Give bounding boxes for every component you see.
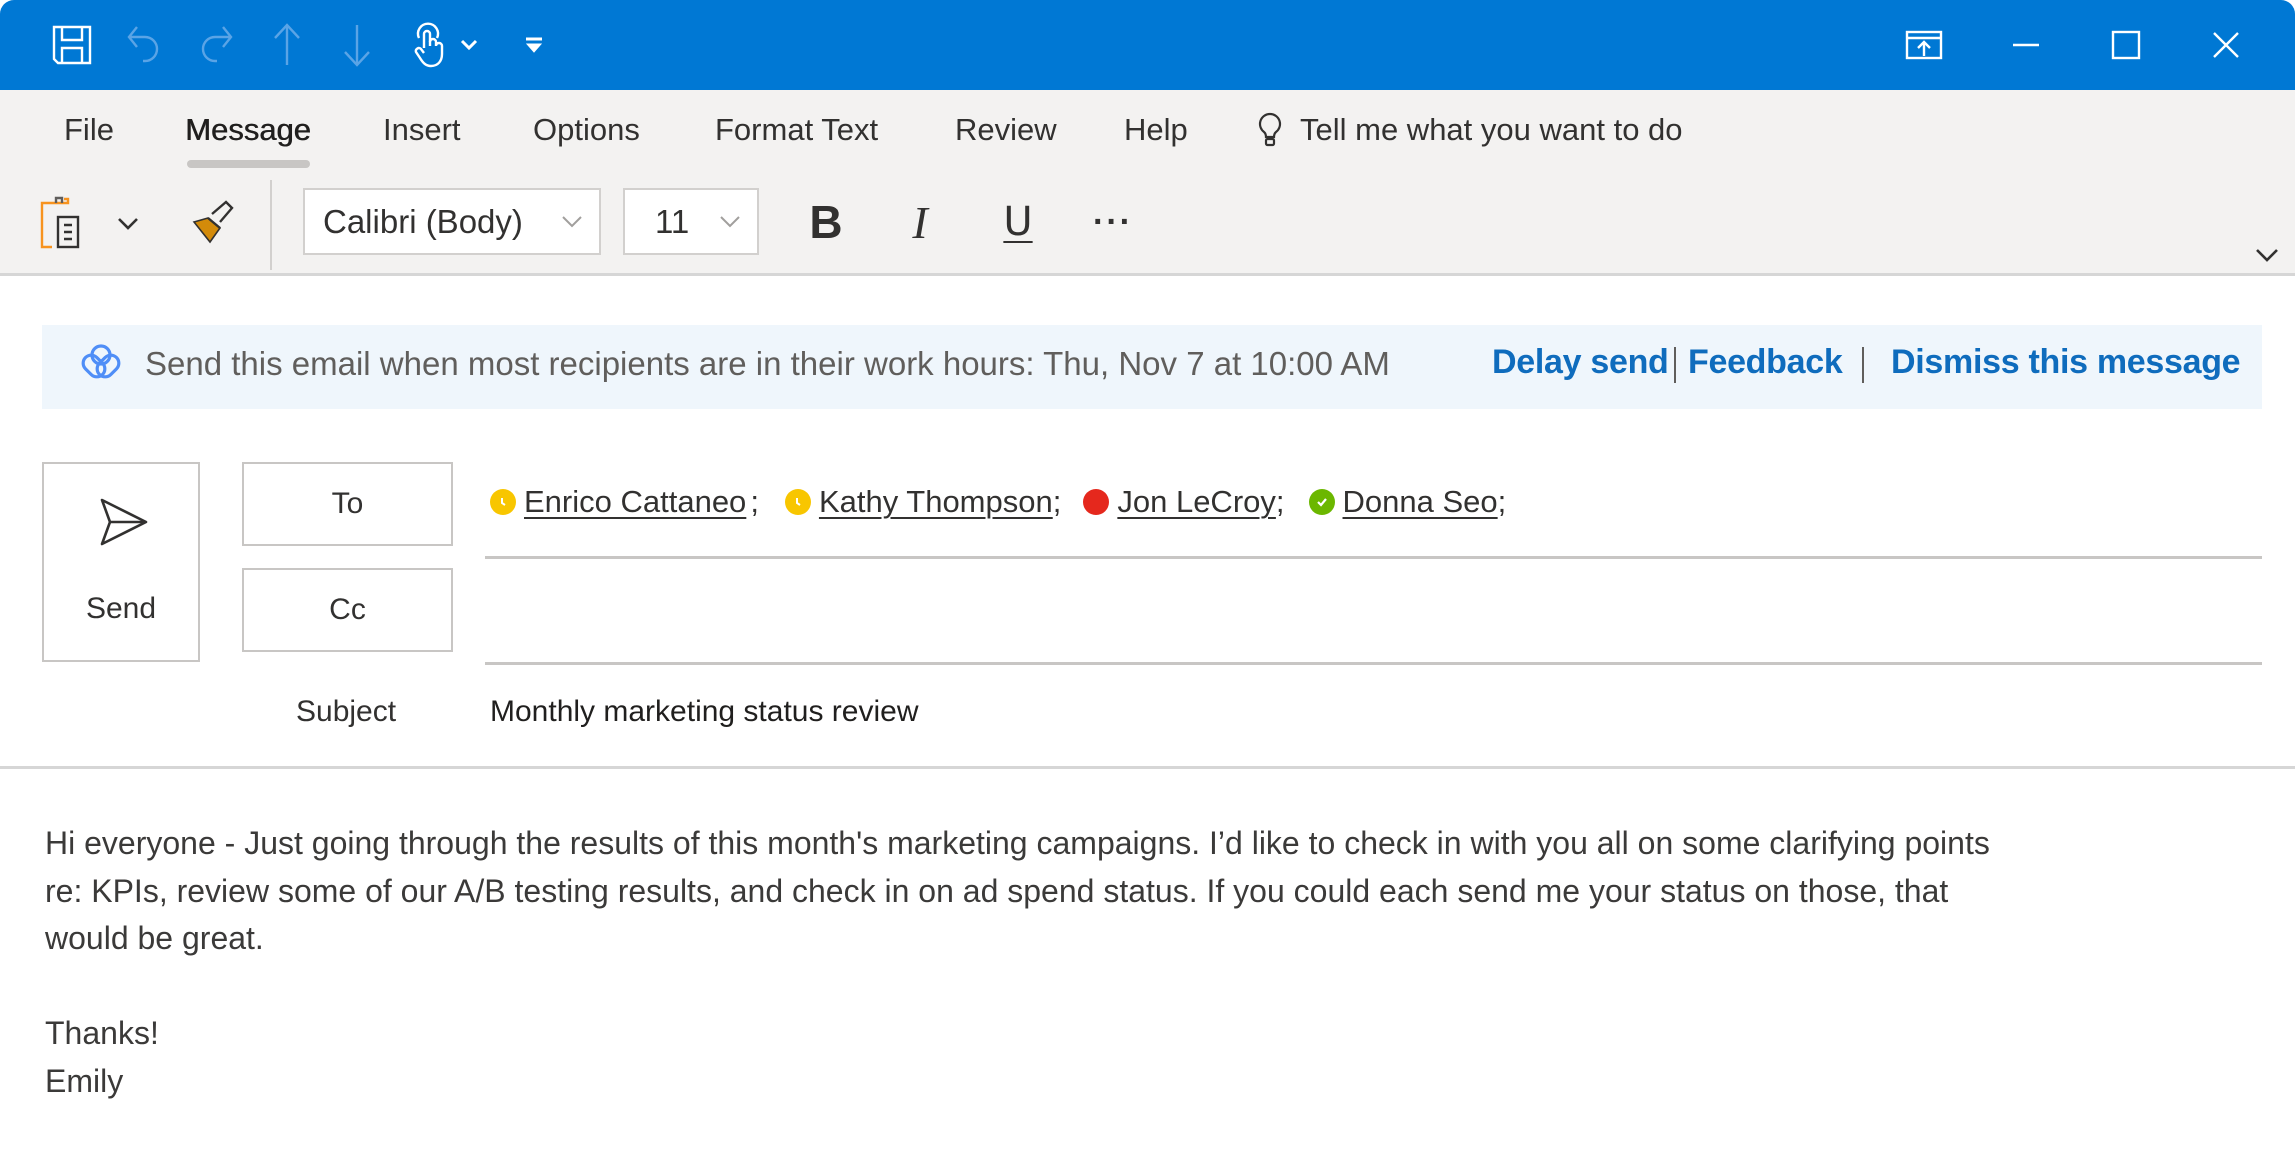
closing-line: Thanks!	[45, 1015, 159, 1051]
cc-field-underline	[485, 662, 2262, 665]
send-button[interactable]: Send	[42, 462, 200, 662]
to-button[interactable]: To	[242, 462, 453, 546]
link-separator	[1674, 347, 1676, 383]
dismiss-message-link[interactable]: Dismiss this message	[1891, 343, 2241, 382]
format-painter-icon	[192, 200, 234, 244]
link-separator	[1862, 347, 1864, 383]
clipboard-icon	[40, 196, 80, 249]
tab-format-text[interactable]: Format Text	[715, 112, 878, 148]
send-time-suggestion-banner: Send this email when most recipients are…	[42, 325, 2262, 409]
subject-label: Subject	[296, 695, 397, 728]
chevron-down-icon	[562, 215, 582, 227]
recipient-name: Donna Seo	[1342, 484, 1498, 519]
bold-button[interactable]: B	[794, 190, 858, 254]
tell-me-search[interactable]: Tell me what you want to do	[1258, 112, 1683, 148]
recipient-separator: ;	[750, 484, 759, 519]
tab-file[interactable]: File	[64, 112, 114, 148]
font-name-dropdown[interactable]: Calibri (Body)	[303, 188, 601, 255]
maximize-icon[interactable]	[2098, 20, 2154, 70]
send-icon	[100, 498, 148, 546]
tell-me-label: Tell me what you want to do	[1300, 112, 1683, 147]
paste-button[interactable]	[34, 192, 94, 254]
recipient-enrico-cattaneo[interactable]: Enrico Cattaneo ;	[490, 484, 759, 520]
previous-item-icon[interactable]	[262, 20, 312, 70]
active-tab-indicator	[187, 160, 310, 168]
presence-busy-icon	[1083, 489, 1110, 515]
expand-ribbon-button[interactable]	[2247, 240, 2287, 270]
more-options-button[interactable]: ···	[1082, 190, 1144, 254]
recipient-donna-seo[interactable]: Donna Seo ;	[1308, 484, 1507, 520]
feedback-link[interactable]: Feedback	[1688, 343, 1843, 382]
presence-away-icon	[784, 489, 811, 515]
tab-message[interactable]: Message	[185, 112, 311, 148]
italic-button[interactable]: I	[888, 190, 952, 254]
undo-icon[interactable]	[120, 20, 170, 70]
next-item-icon[interactable]	[332, 20, 382, 70]
recipient-name: Enrico Cattaneo	[524, 484, 747, 519]
title-bar	[0, 0, 2295, 90]
lightbulb-icon	[1258, 112, 1282, 147]
recipient-separator: ;	[1497, 484, 1507, 519]
send-label: Send	[85, 592, 157, 625]
ribbon-display-options-icon[interactable]	[1896, 20, 1952, 70]
to-field-underline	[485, 556, 2262, 559]
font-name-value: Calibri (Body)	[323, 202, 523, 240]
body-line: re: KPIs, review some of our A/B testing…	[45, 872, 1949, 909]
recipient-name: Kathy Thompson	[818, 484, 1053, 519]
recipient-kathy-thompson[interactable]: Kathy Thompson ;	[784, 484, 1062, 520]
customize-toolbar-icon[interactable]	[511, 20, 557, 70]
recipient-separator: ;	[1275, 484, 1285, 519]
presence-available-icon	[1308, 489, 1335, 515]
save-icon[interactable]	[47, 20, 97, 70]
format-painter-button[interactable]	[184, 192, 244, 252]
underline-button[interactable]: U	[986, 190, 1050, 254]
header-divider	[0, 766, 2295, 769]
subject-input[interactable]: Monthly marketing status review	[490, 695, 2260, 737]
recipient-name: Jon LeCroy	[1117, 484, 1276, 519]
banner-message: Send this email when most recipients are…	[145, 345, 1390, 382]
toolbar-separator	[270, 180, 272, 270]
paste-options-chevron[interactable]	[108, 202, 148, 246]
font-size-value: 11	[655, 202, 690, 240]
close-icon[interactable]	[2198, 20, 2254, 70]
to-recipients-field[interactable]: Enrico Cattaneo ; Kathy Thompson ; Jon L…	[490, 484, 1506, 520]
chevron-down-icon	[118, 218, 138, 230]
recipient-separator: ;	[1052, 484, 1062, 519]
font-size-dropdown[interactable]: 11	[623, 188, 759, 255]
tab-help[interactable]: Help	[1124, 112, 1188, 148]
message-body[interactable]: Hi everyone - Just going through the res…	[45, 820, 2265, 1105]
ribbon: File Message Insert Options Format Text …	[0, 90, 2295, 276]
cc-button[interactable]: Cc	[242, 568, 453, 652]
chevron-down-icon[interactable]	[446, 20, 492, 70]
tab-insert[interactable]: Insert	[383, 112, 461, 148]
cc-input[interactable]	[485, 575, 2262, 655]
minimize-icon[interactable]	[1998, 20, 2054, 70]
tab-options[interactable]: Options	[533, 112, 640, 148]
viva-insights-icon	[81, 344, 121, 379]
presence-away-icon	[490, 489, 516, 515]
chevron-down-icon	[720, 215, 740, 227]
recipient-jon-lecroy[interactable]: Jon LeCroy ;	[1083, 484, 1285, 520]
body-line: Hi everyone - Just going through the res…	[45, 825, 1990, 861]
redo-icon[interactable]	[190, 20, 240, 70]
tab-review[interactable]: Review	[955, 112, 1057, 148]
chevron-down-icon	[2256, 249, 2278, 262]
delay-send-link[interactable]: Delay send	[1492, 343, 1669, 382]
body-line: would be great.	[45, 920, 264, 956]
signature: Emily	[45, 1062, 124, 1099]
